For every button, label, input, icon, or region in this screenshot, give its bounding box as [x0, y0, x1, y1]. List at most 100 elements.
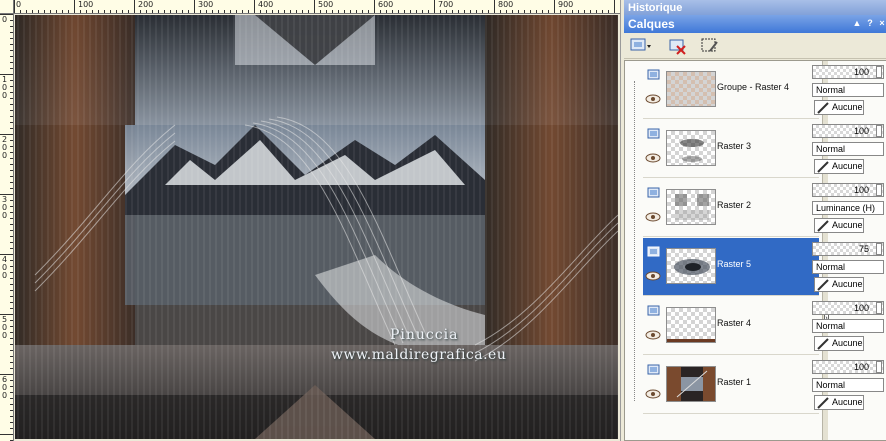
history-title-text: Historique [628, 2, 683, 14]
opacity-value: 100 [853, 67, 869, 77]
layer-raster-icon [647, 305, 660, 316]
layer-row-raster-1[interactable]: Raster 1 [643, 356, 819, 414]
mask-select[interactable]: Aucune [814, 218, 864, 233]
slider-thumb[interactable] [876, 361, 882, 373]
layer-thumbnail [666, 248, 716, 284]
layer-props-raster-5: 75 Normal ▶ Aucune ▶ [812, 238, 886, 296]
ruler-label-800: 800 [498, 0, 514, 9]
layer-thumbnail [666, 307, 716, 343]
layer-row-raster-2[interactable]: Raster 2 [643, 179, 819, 237]
blend-mode-select[interactable]: Normal [812, 260, 884, 274]
thumbnail-art [667, 367, 715, 401]
layer-name: Raster 3 [717, 141, 752, 151]
mask-select[interactable]: Aucune [814, 159, 864, 174]
horizontal-ruler[interactable]: 0 100 200 300 400 500 600 700 800 900 [14, 0, 620, 14]
slider-thumb[interactable] [876, 243, 882, 255]
vruler-label-200: 2 0 0 [2, 135, 8, 160]
layer-thumbnail [666, 130, 716, 166]
ruler-label-100: 100 [78, 0, 94, 9]
document-area: 0 100 200 300 400 500 600 700 800 900 0 … [0, 0, 620, 441]
brush-icon [817, 397, 829, 409]
brush-icon [817, 102, 829, 114]
edit-selection-button[interactable] [700, 36, 720, 56]
opacity-slider[interactable]: 100 [812, 124, 884, 138]
opacity-slider[interactable]: 100 [812, 65, 884, 79]
layer-row-raster-4[interactable]: Raster 4 [643, 297, 819, 355]
layer-name: Raster 4 [717, 318, 752, 328]
layer-props-groupe-raster-4: 100 Normal ▶ Aucune ▶ [812, 61, 886, 119]
layer-thumbnail [666, 189, 716, 225]
slider-thumb[interactable] [876, 184, 882, 196]
brush-icon [817, 279, 829, 291]
mask-value: Aucune [832, 279, 863, 289]
vruler-label-0: 0 [2, 15, 8, 24]
edit-selection-icon [701, 38, 718, 52]
ruler-label-300: 300 [198, 0, 214, 9]
thumbnail-art [680, 139, 704, 162]
eye-icon[interactable] [645, 94, 661, 104]
layer-props-raster-3: 100 Normal ▶ Aucune ▶ [812, 120, 886, 178]
blend-mode-select[interactable]: Normal [812, 142, 884, 156]
ruler-label-700: 700 [438, 0, 454, 9]
brush-icon [817, 338, 829, 350]
mask-select[interactable]: Aucune [814, 100, 864, 115]
opacity-slider[interactable]: 100 [812, 360, 884, 374]
layer-row-raster-3[interactable]: Raster 3 [643, 120, 819, 178]
mask-select[interactable]: Aucune [814, 336, 864, 351]
slider-thumb[interactable] [876, 66, 882, 78]
vruler-label-400: 4 0 0 [2, 255, 8, 280]
eye-icon[interactable] [645, 330, 661, 340]
ruler-label-400: 400 [258, 0, 274, 9]
canvas-image[interactable]: Pinuccia www.maldiregrafica.eu [15, 15, 618, 439]
layer-name: Groupe - Raster 4 [717, 82, 790, 92]
thumbnail-art [675, 194, 709, 220]
ruler-corner [0, 0, 14, 14]
layers-list[interactable]: › Groupe - Raster 4 Raster 3 [624, 60, 886, 441]
ruler-label-0: 0 [16, 0, 22, 9]
layer-thumbnail [666, 71, 716, 107]
eye-icon[interactable] [645, 153, 661, 163]
layer-row-raster-5[interactable]: Raster 5 [643, 238, 819, 296]
eye-icon[interactable] [645, 389, 661, 399]
tree-connector [634, 81, 635, 401]
history-panel-title[interactable]: Historique [624, 0, 886, 16]
delete-layer-button[interactable] [668, 36, 688, 56]
layers-panel-title[interactable]: Calques ▲ ? × [624, 15, 886, 33]
side-panels: Historique Calques ▲ ? × Groupe - Raster… [620, 0, 886, 441]
blend-mode-select[interactable]: Normal [812, 83, 884, 97]
opacity-value: 100 [853, 362, 869, 372]
layer-thumbnail [666, 366, 716, 402]
ruler-label-500: 500 [318, 0, 334, 9]
blend-mode-select[interactable]: Normal [812, 319, 884, 333]
layer-row-groupe-raster-4[interactable]: Groupe - Raster 4 [643, 61, 819, 119]
slider-thumb[interactable] [876, 302, 882, 314]
mask-value: Aucune [832, 338, 863, 348]
ruler-label-600: 600 [378, 0, 394, 9]
opacity-slider[interactable]: 100 [812, 183, 884, 197]
layer-name: Raster 5 [717, 259, 752, 269]
new-layer-icon [630, 38, 651, 51]
slider-thumb[interactable] [876, 125, 882, 137]
vruler-label-500: 5 0 0 [2, 315, 8, 340]
layer-raster-icon [647, 187, 660, 198]
thumbnail-art [674, 259, 710, 275]
blend-mode-select[interactable]: Luminance (H) [812, 201, 884, 215]
layer-raster-icon [647, 246, 660, 257]
help-icon[interactable]: ? [865, 17, 875, 29]
eye-icon[interactable] [645, 271, 661, 281]
vruler-label-600: 6 0 0 [2, 375, 8, 400]
opacity-slider[interactable]: 100 [812, 301, 884, 315]
close-icon[interactable]: × [877, 17, 886, 29]
mask-value: Aucune [832, 220, 863, 230]
pin-icon[interactable]: ▲ [852, 17, 862, 29]
eye-icon[interactable] [645, 212, 661, 222]
opacity-slider[interactable]: 75 [812, 242, 884, 256]
blend-mode-select[interactable]: Normal [812, 378, 884, 392]
mask-select[interactable]: Aucune [814, 277, 864, 292]
new-layer-button[interactable] [630, 36, 651, 56]
vertical-ruler[interactable]: 0 1 0 0 2 0 0 3 0 0 4 0 0 5 0 0 6 0 0 [0, 14, 14, 441]
mask-value: Aucune [832, 102, 863, 112]
mask-select[interactable]: Aucune [814, 395, 864, 410]
thumbnail-art [667, 339, 715, 342]
app-window: 0 100 200 300 400 500 600 700 800 900 0 … [0, 0, 886, 441]
